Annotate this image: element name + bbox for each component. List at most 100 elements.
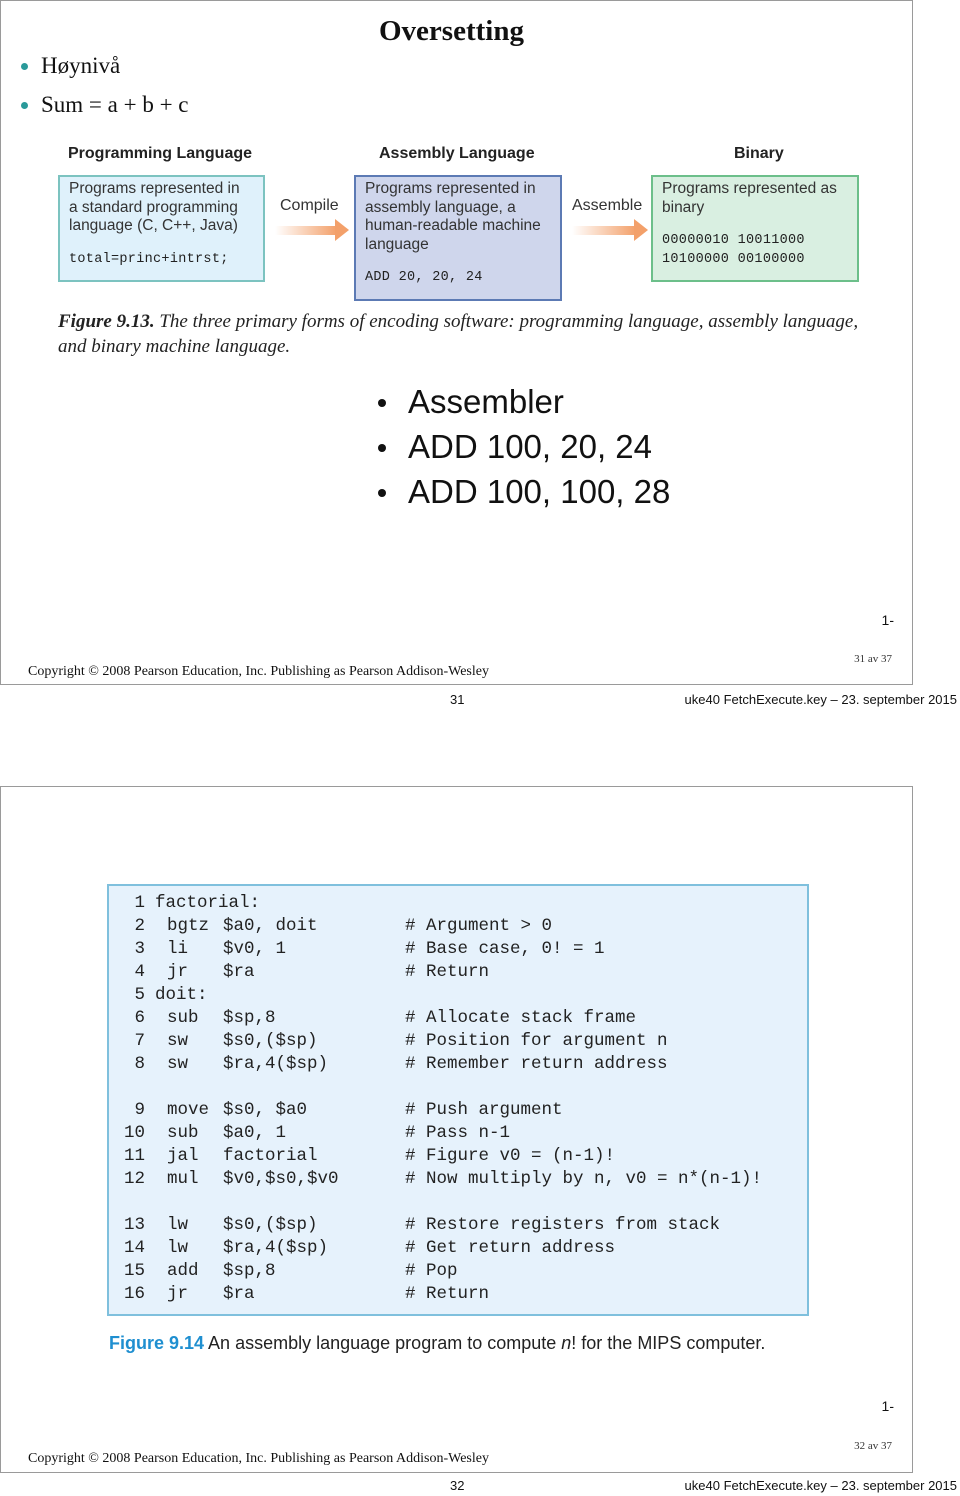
line-number: 10 bbox=[123, 1123, 145, 1143]
file-info: uke40 FetchExecute.key – 23. september 2… bbox=[684, 692, 957, 707]
code-comment: # Return bbox=[405, 1284, 490, 1304]
code-sample: ADD 20, 20, 24 bbox=[365, 270, 483, 285]
code-instr: li bbox=[167, 939, 189, 959]
slide-32: 1 factorial: 2 bgtz $a0, doit # Argument > 0 3… bbox=[0, 786, 913, 1473]
page-number: 32 bbox=[450, 1478, 465, 1493]
bullet-icon bbox=[21, 63, 28, 70]
figure-label: Figure 9.14 bbox=[109, 1333, 205, 1353]
bullet-item: Høynivå bbox=[21, 51, 189, 90]
code-args: $sp,8 bbox=[223, 1008, 276, 1028]
code-comment: # Restore registers from stack bbox=[405, 1215, 721, 1235]
copyright-notice: Copyright © 2008 Pearson Education, Inc.… bbox=[28, 1451, 489, 1466]
code-sample: 00000010 10011000 bbox=[662, 233, 805, 248]
code-comment: # Base case, 0! = 1 bbox=[405, 939, 605, 959]
bullet-item: Assembler bbox=[374, 379, 670, 424]
bullet-item: ADD 100, 100, 28 bbox=[374, 469, 670, 514]
assemble-label: Assemble bbox=[572, 197, 643, 214]
code-label: doit: bbox=[155, 985, 208, 1005]
line-number: 13 bbox=[123, 1215, 145, 1235]
arrow-right-icon bbox=[275, 219, 349, 241]
code-comment: # Allocate stack frame bbox=[405, 1008, 637, 1028]
code-comment: # Get return address bbox=[405, 1238, 616, 1258]
code-comment: # Argument > 0 bbox=[405, 916, 553, 936]
code-args: $sp,8 bbox=[223, 1261, 276, 1281]
line-number: 5 bbox=[134, 985, 145, 1005]
bullet-icon bbox=[378, 489, 386, 497]
code-args: $v0,$s0,$v0 bbox=[223, 1169, 339, 1189]
code-comment: # Remember return address bbox=[405, 1054, 668, 1074]
code-args: $ra bbox=[223, 1284, 255, 1304]
code-instr: jr bbox=[167, 1284, 189, 1304]
line-number: 6 bbox=[134, 1008, 145, 1028]
arrow-right-icon bbox=[572, 219, 648, 241]
code-instr: move bbox=[167, 1100, 210, 1120]
line-number: 16 bbox=[123, 1284, 145, 1304]
code-args: $ra,4($sp) bbox=[223, 1054, 329, 1074]
page-number: 31 bbox=[450, 692, 465, 707]
code-args: $v0, 1 bbox=[223, 939, 287, 959]
code-sample: 10100000 00100000 bbox=[662, 251, 805, 267]
code-comment: # Pass n-1 bbox=[405, 1123, 511, 1143]
figure-caption: Figure 9.14 An assembly language program… bbox=[109, 1333, 766, 1353]
code-instr: mul bbox=[167, 1169, 199, 1189]
line-number: 2 bbox=[134, 916, 145, 936]
line-number: 14 bbox=[123, 1238, 145, 1258]
code-comment: # Now multiply by n, v0 = n*(n-1)! bbox=[405, 1169, 763, 1189]
line-number: 11 bbox=[123, 1146, 145, 1166]
code-instr: lw bbox=[167, 1238, 189, 1258]
code-instr: jal bbox=[167, 1146, 199, 1166]
code-instr: jr bbox=[167, 962, 189, 982]
compile-label: Compile bbox=[280, 197, 339, 214]
bullet-list: Høynivå Sum = a + b + c bbox=[21, 51, 189, 129]
line-number: 3 bbox=[134, 939, 145, 959]
page-count: 32 av 37 bbox=[854, 1440, 892, 1452]
code-instr: sw bbox=[167, 1031, 189, 1051]
code-args: $ra bbox=[223, 962, 255, 982]
bullet-icon bbox=[21, 102, 28, 109]
slide-marker: 1- bbox=[881, 1398, 894, 1414]
line-number: 12 bbox=[123, 1169, 145, 1189]
code-args: factorial bbox=[223, 1146, 318, 1166]
code-comment: # Figure v0 = (n-1)! bbox=[405, 1146, 616, 1166]
slide-31: Oversetting Høynivå Sum = a + b + c Prog… bbox=[0, 0, 913, 685]
code-comment: # Pop bbox=[405, 1261, 458, 1281]
line-number: 8 bbox=[134, 1054, 145, 1074]
binary-box: Programs represented as binary 00000010 … bbox=[651, 175, 859, 282]
file-info: uke40 FetchExecute.key – 23. september 2… bbox=[684, 1478, 957, 1493]
code-sample: total=princ+intrst; bbox=[69, 251, 229, 267]
code-comment: # Return bbox=[405, 962, 490, 982]
code-args: $a0, doit bbox=[223, 916, 318, 936]
assembly-language-box: Programs represented in assembly languag… bbox=[354, 175, 562, 301]
line-number: 4 bbox=[134, 962, 145, 982]
line-number: 9 bbox=[134, 1100, 145, 1120]
bullet-item: Sum = a + b + c bbox=[21, 90, 189, 129]
bullet-icon bbox=[378, 399, 386, 407]
code-instr: sw bbox=[167, 1054, 189, 1074]
column-heading-programming: Programming Language bbox=[68, 145, 253, 162]
code-instr: lw bbox=[167, 1215, 189, 1235]
bullet-item: ADD 100, 20, 24 bbox=[374, 424, 670, 469]
page-count: 31 av 37 bbox=[854, 653, 892, 665]
code-listing: 1 factorial: 2 bgtz $a0, doit # Argument > 0 3… bbox=[107, 884, 809, 1316]
figure-caption: Figure 9.13. The three primary forms of … bbox=[58, 311, 859, 357]
figure-label: Figure 9.13. bbox=[58, 311, 155, 332]
code-args: $a0, 1 bbox=[223, 1123, 287, 1143]
line-number: 15 bbox=[123, 1261, 145, 1281]
code-args: $s0,($sp) bbox=[223, 1215, 318, 1235]
code-comment: # Push argument bbox=[405, 1100, 563, 1120]
code-instr: sub bbox=[167, 1008, 199, 1028]
slide-title: Oversetting bbox=[379, 15, 524, 47]
bullet-icon bbox=[378, 444, 386, 452]
code-label: factorial: bbox=[155, 893, 261, 913]
line-number: 7 bbox=[134, 1031, 145, 1051]
code-args: $s0, $a0 bbox=[223, 1100, 308, 1120]
slide-marker: 1- bbox=[881, 612, 894, 628]
code-instr: add bbox=[167, 1261, 199, 1281]
copyright-notice: Copyright © 2008 Pearson Education, Inc.… bbox=[28, 664, 489, 679]
code-args: $s0,($sp) bbox=[223, 1031, 318, 1051]
line-number: 1 bbox=[134, 893, 145, 913]
programming-language-box: Programs represented in a standard progr… bbox=[58, 175, 265, 282]
column-heading-assembly: Assembly Language bbox=[379, 145, 535, 162]
code-instr: bgtz bbox=[167, 916, 210, 936]
column-heading-binary: Binary bbox=[734, 145, 784, 162]
